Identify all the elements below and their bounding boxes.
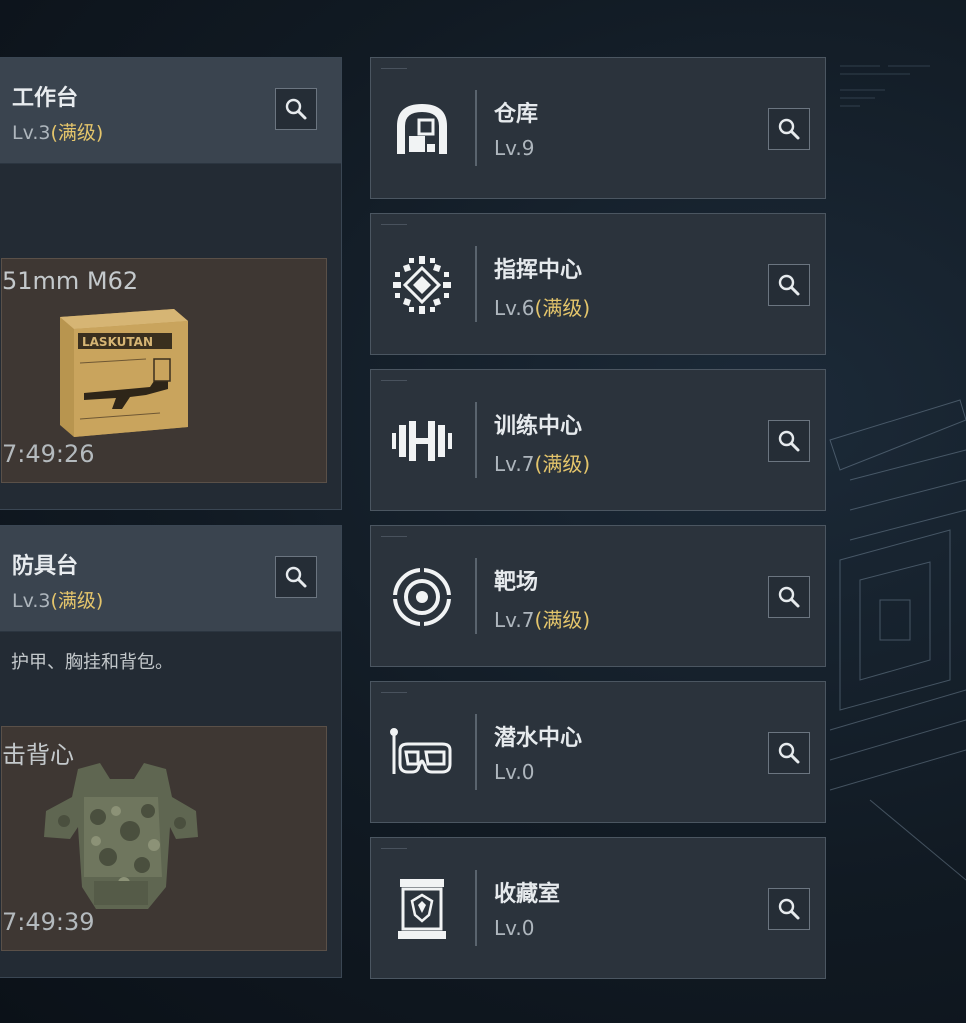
- divider: [475, 90, 477, 166]
- level-value: Lv.0: [494, 916, 535, 940]
- armor-bench-card: 防具台 Lv.3(满级) 护甲、胸挂和背包。 击背心 7:49:39: [0, 525, 342, 978]
- card-title: 防具台: [12, 554, 79, 579]
- facility-level: Lv.7(满级): [494, 604, 590, 633]
- facility-level: Lv.7(满级): [494, 448, 590, 477]
- level-value: Lv.3: [12, 122, 51, 144]
- search-button[interactable]: [275, 88, 317, 130]
- facility-card-diving-center[interactable]: 潜水中心 Lv.0: [370, 681, 826, 823]
- display-case-icon: [398, 879, 446, 939]
- warehouse-icon: [397, 104, 447, 154]
- level-value: Lv.0: [494, 760, 535, 784]
- card-level: Lv.3(满级): [12, 586, 103, 613]
- maxed-label: (满级): [50, 590, 104, 612]
- item-name: 51mm M62: [2, 267, 139, 295]
- facility-card-command-center[interactable]: 指挥中心 Lv.6(满级): [370, 213, 826, 355]
- craft-timer: 7:49:39: [2, 908, 95, 936]
- workbench-card: 工作台 Lv.3(满级) 51mm M62 LASKUTAN 7:49:26: [0, 57, 342, 510]
- maxed-label: (满级): [534, 452, 591, 476]
- craft-timer: 7:49:26: [2, 440, 95, 468]
- divider: [475, 870, 477, 946]
- facility-card-shooting-range[interactable]: 靶场 Lv.7(满级): [370, 525, 826, 667]
- workbench-header: 工作台 Lv.3(满级): [0, 58, 341, 164]
- armor-bench-header: 防具台 Lv.3(满级): [0, 526, 341, 632]
- search-icon: [285, 566, 307, 588]
- search-icon: [778, 274, 800, 296]
- blueprint-decoration: [829, 399, 966, 881]
- search-button[interactable]: [768, 108, 810, 150]
- card-title: 工作台: [12, 86, 79, 111]
- card-description: 护甲、胸挂和背包。: [11, 652, 173, 673]
- level-value: Lv.6: [494, 296, 535, 320]
- facility-name: 收藏室: [494, 882, 561, 907]
- divider: [475, 246, 477, 322]
- maxed-label: (满级): [534, 608, 591, 632]
- facility-name: 仓库: [494, 102, 539, 127]
- card-level: Lv.3(满级): [12, 118, 103, 145]
- facility-name: 靶场: [494, 570, 539, 595]
- facility-card-training-center[interactable]: 训练中心 Lv.7(满级): [370, 369, 826, 511]
- facility-name: 潜水中心: [494, 726, 583, 751]
- facility-level: Lv.9: [494, 136, 535, 160]
- facility-name: 训练中心: [494, 414, 583, 439]
- search-button[interactable]: [768, 576, 810, 618]
- level-value: Lv.3: [12, 590, 51, 612]
- hud-decoration: [840, 65, 930, 107]
- search-icon: [778, 430, 800, 452]
- maxed-label: (满级): [50, 122, 104, 144]
- maxed-label: (满级): [534, 296, 591, 320]
- search-icon: [778, 898, 800, 920]
- divider: [475, 402, 477, 478]
- crafting-item-panel[interactable]: 51mm M62 LASKUTAN 7:49:26: [1, 258, 327, 483]
- command-chip-icon: [393, 256, 451, 314]
- facility-card-collection-room[interactable]: 收藏室 Lv.0: [370, 837, 826, 979]
- facility-level: Lv.0: [494, 760, 535, 784]
- search-icon: [778, 118, 800, 140]
- svg-text:LASKUTAN: LASKUTAN: [82, 335, 153, 349]
- target-icon: [391, 566, 453, 628]
- facility-level: Lv.6(满级): [494, 292, 590, 321]
- level-value: Lv.7: [494, 608, 535, 632]
- search-button[interactable]: [768, 732, 810, 774]
- dumbbell-icon: [392, 421, 452, 461]
- body-armor-icon: [44, 763, 198, 909]
- crafting-item-panel[interactable]: 击背心 7:49:39: [1, 726, 327, 951]
- facility-name: 指挥中心: [494, 258, 583, 283]
- search-icon: [778, 586, 800, 608]
- divider: [475, 558, 477, 634]
- divider: [475, 714, 477, 790]
- search-button[interactable]: [768, 264, 810, 306]
- search-icon: [778, 742, 800, 764]
- search-button[interactable]: [275, 556, 317, 598]
- search-button[interactable]: [768, 888, 810, 930]
- dive-mask-icon: [390, 728, 452, 774]
- level-value: Lv.9: [494, 136, 535, 160]
- facility-card-warehouse[interactable]: 仓库 Lv.9: [370, 57, 826, 199]
- facility-level: Lv.0: [494, 916, 535, 940]
- level-value: Lv.7: [494, 452, 535, 476]
- ammo-box-icon: LASKUTAN: [60, 309, 188, 437]
- search-button[interactable]: [768, 420, 810, 462]
- search-icon: [285, 98, 307, 120]
